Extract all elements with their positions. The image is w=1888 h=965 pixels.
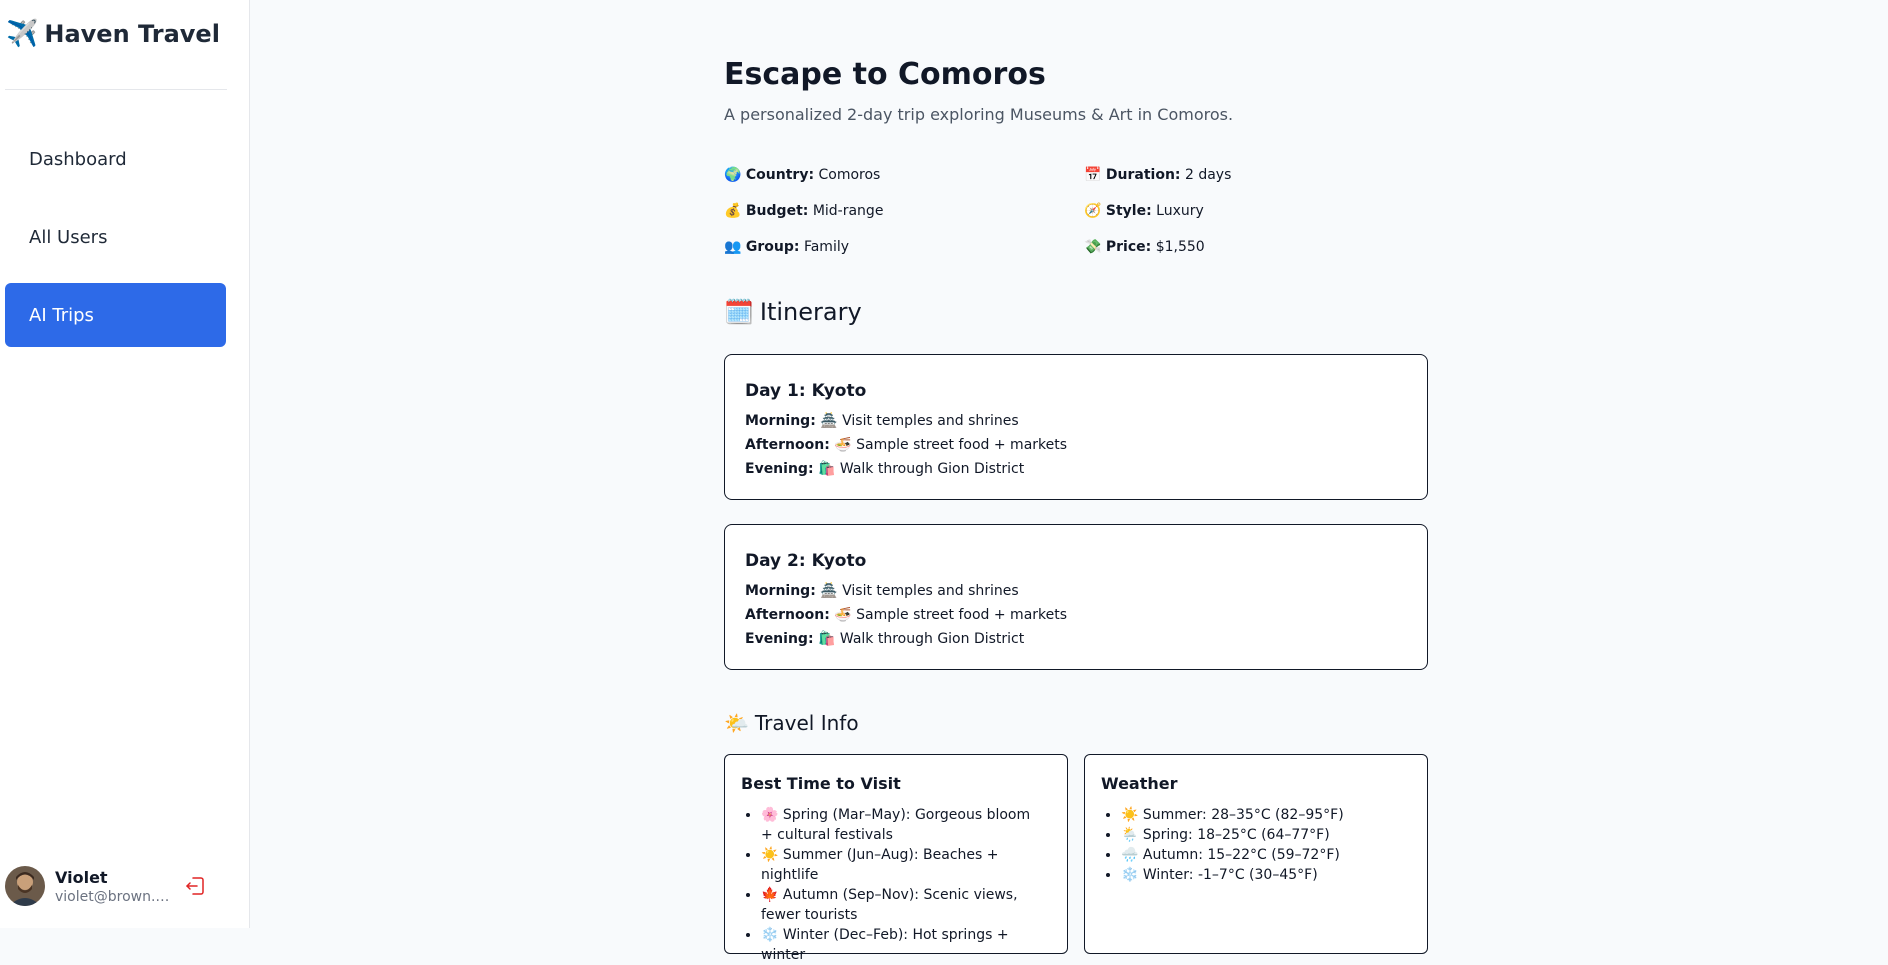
day-activity-afternoon: Afternoon: 🍜 Sample street food + market… bbox=[745, 437, 1067, 453]
activity-text: 🛍️ Walk through Gion District bbox=[818, 631, 1025, 647]
day-activity-morning: Morning: 🏯 Visit temples and shrines bbox=[745, 413, 1019, 429]
fact-budget: 💰 Budget: Mid-range bbox=[724, 203, 883, 219]
activity-text: 🏯 Visit temples and shrines bbox=[820, 583, 1019, 599]
compass-icon: 🧭 bbox=[1084, 203, 1102, 219]
weather-list: ☀️ Summer: 28–35°C (82–95°F) 🌦️ Spring: … bbox=[1101, 805, 1401, 885]
day-activity-evening: Evening: 🛍️ Walk through Gion District bbox=[745, 631, 1024, 647]
nav-item-dashboard[interactable]: Dashboard bbox=[5, 127, 226, 191]
fact-label: Budget: bbox=[745, 203, 809, 219]
activity-text: 🏯 Visit temples and shrines bbox=[820, 413, 1019, 429]
fact-label: Style: bbox=[1105, 203, 1152, 219]
weather-card: Weather ☀️ Summer: 28–35°C (82–95°F) 🌦️ … bbox=[1084, 754, 1428, 954]
user-name: Violet bbox=[55, 867, 108, 887]
day-title: Day 1: Kyoto bbox=[745, 381, 867, 401]
fact-price: 💸 Price: $1,550 bbox=[1084, 239, 1205, 255]
list-item: ☀️ Summer (Jun–Aug): Beaches + nightlife bbox=[761, 845, 1041, 885]
activity-label: Morning: bbox=[745, 413, 816, 429]
page-title: Escape to Comoros bbox=[724, 57, 1046, 92]
avatar[interactable] bbox=[5, 866, 45, 906]
brand-logo[interactable]: ✈️ Haven Travel bbox=[6, 18, 220, 50]
day-title: Day 2: Kyoto bbox=[745, 551, 867, 571]
people-icon: 👥 bbox=[724, 239, 742, 255]
list-item: 🌦️ Spring: 18–25°C (64–77°F) bbox=[1121, 825, 1401, 845]
user-profile: Violet violet@brown.co... bbox=[5, 862, 225, 910]
fact-value: $1,550 bbox=[1155, 239, 1205, 255]
calendar-icon: 📅 bbox=[1084, 167, 1102, 183]
activity-text: 🍜 Sample street food + markets bbox=[834, 437, 1068, 453]
day-card: Day 2: Kyoto Morning: 🏯 Visit temples an… bbox=[724, 524, 1428, 670]
list-item: ☀️ Summer: 28–35°C (82–95°F) bbox=[1121, 805, 1401, 825]
nav-item-ai-trips[interactable]: AI Trips bbox=[5, 283, 226, 347]
airplane-icon: ✈️ bbox=[6, 19, 39, 49]
activity-label: Evening: bbox=[745, 461, 814, 477]
fact-value: Family bbox=[803, 239, 850, 255]
list-item: ❄️ Winter (Dec–Feb): Hot springs + winte… bbox=[761, 925, 1041, 965]
nav-item-all-users[interactable]: All Users bbox=[5, 205, 226, 269]
day-activity-afternoon: Afternoon: 🍜 Sample street food + market… bbox=[745, 607, 1067, 623]
fact-value: 2 days bbox=[1184, 167, 1232, 183]
money-wings-icon: 💸 bbox=[1084, 239, 1102, 255]
activity-text: 🛍️ Walk through Gion District bbox=[818, 461, 1025, 477]
fact-label: Group: bbox=[745, 239, 800, 255]
list-item: 🌧️ Autumn: 15–22°C (59–72°F) bbox=[1121, 845, 1401, 865]
card-title: Weather bbox=[1101, 774, 1178, 793]
sidebar: ✈️ Haven Travel Dashboard All Users AI T… bbox=[0, 0, 250, 928]
list-item: 🍁 Autumn (Sep–Nov): Scenic views, fewer … bbox=[761, 885, 1041, 925]
activity-label: Afternoon: bbox=[745, 607, 830, 623]
section-title: Itinerary bbox=[759, 298, 862, 326]
user-email: violet@brown.co... bbox=[55, 888, 173, 905]
fact-group: 👥 Group: Family bbox=[724, 239, 849, 255]
fact-label: Duration: bbox=[1105, 167, 1181, 183]
day-activity-evening: Evening: 🛍️ Walk through Gion District bbox=[745, 461, 1024, 477]
nav-item-label: Dashboard bbox=[29, 148, 127, 170]
divider bbox=[5, 89, 227, 90]
fact-value: Mid-range bbox=[812, 203, 884, 219]
fact-value: Luxury bbox=[1156, 203, 1204, 219]
best-time-card: Best Time to Visit 🌸 Spring (Mar–May): G… bbox=[724, 754, 1068, 963]
nav-item-label: AI Trips bbox=[29, 304, 94, 326]
nav-item-label: All Users bbox=[29, 226, 108, 248]
calendar-icon: 🗓️ bbox=[724, 298, 754, 326]
section-title: Travel Info bbox=[754, 711, 859, 735]
activity-label: Evening: bbox=[745, 631, 814, 647]
fact-style: 🧭 Style: Luxury bbox=[1084, 203, 1204, 219]
page-subtitle: A personalized 2-day trip exploring Muse… bbox=[724, 105, 1234, 124]
fact-value: Comoros bbox=[818, 167, 881, 183]
brand-name: Haven Travel bbox=[44, 20, 220, 48]
fact-country: 🌍 Country: Comoros bbox=[724, 167, 880, 183]
globe-icon: 🌍 bbox=[724, 167, 742, 183]
fact-duration: 📅 Duration: 2 days bbox=[1084, 167, 1231, 183]
fact-label: Country: bbox=[745, 167, 815, 183]
list-item: 🌸 Spring (Mar–May): Gorgeous bloom + cul… bbox=[761, 805, 1041, 845]
day-card: Day 1: Kyoto Morning: 🏯 Visit temples an… bbox=[724, 354, 1428, 500]
itinerary-heading: 🗓️ Itinerary bbox=[724, 298, 862, 326]
logout-icon[interactable] bbox=[183, 874, 207, 898]
travel-info-heading: 🌤️ Travel Info bbox=[724, 711, 859, 735]
sun-cloud-icon: 🌤️ bbox=[724, 711, 749, 735]
activity-label: Morning: bbox=[745, 583, 816, 599]
card-title: Best Time to Visit bbox=[741, 774, 901, 793]
money-bag-icon: 💰 bbox=[724, 203, 742, 219]
fact-label: Price: bbox=[1105, 239, 1152, 255]
day-activity-morning: Morning: 🏯 Visit temples and shrines bbox=[745, 583, 1019, 599]
list-item: ❄️ Winter: -1–7°C (30–45°F) bbox=[1121, 865, 1401, 885]
activity-label: Afternoon: bbox=[745, 437, 830, 453]
best-time-list: 🌸 Spring (Mar–May): Gorgeous bloom + cul… bbox=[741, 805, 1041, 965]
activity-text: 🍜 Sample street food + markets bbox=[834, 607, 1068, 623]
